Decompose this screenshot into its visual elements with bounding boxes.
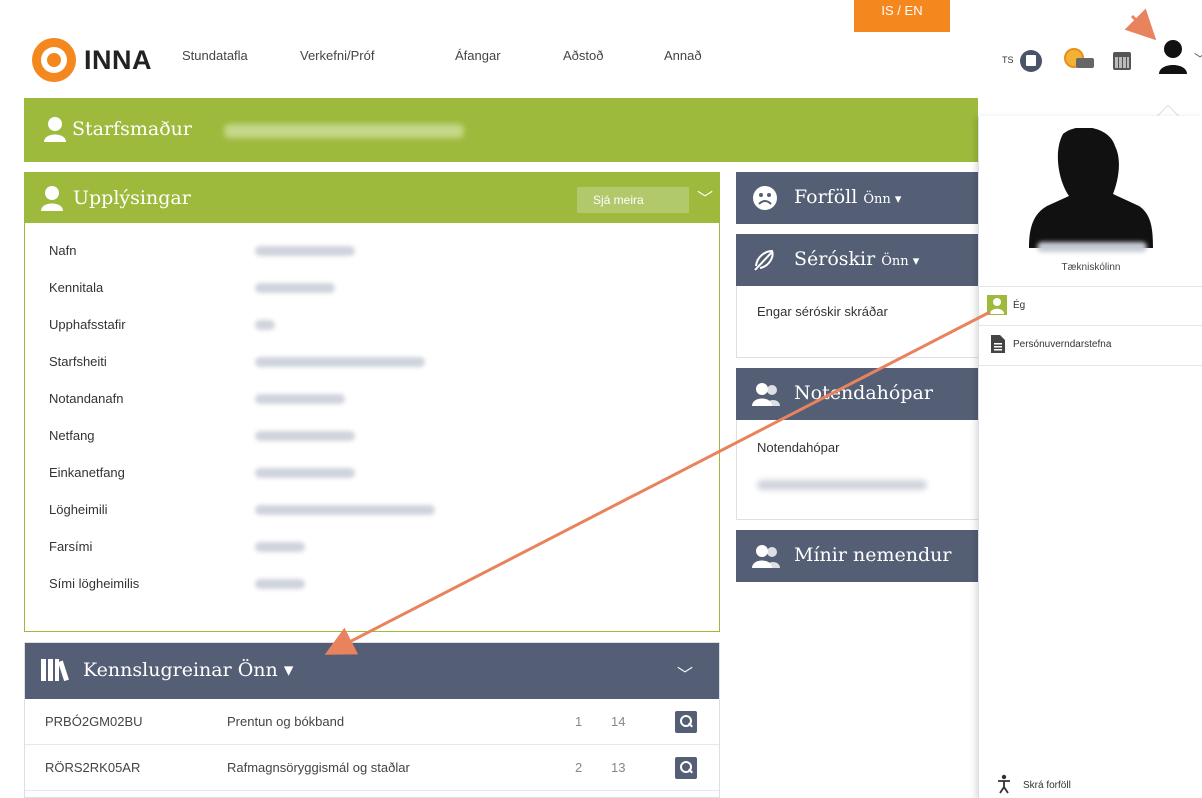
info-value-redacted — [255, 579, 305, 589]
register-absence-label: Skrá forföll — [1023, 780, 1071, 791]
info-card: Upplýsingar Sjá meira ﹀ Nafn Kennitala Upp… — [24, 172, 720, 632]
user-groups-header: Notendahópar — [736, 368, 984, 420]
ts-label: TS — [1002, 55, 1014, 65]
info-value-redacted — [255, 468, 355, 478]
info-card-header: Upplýsingar Sjá meira ﹀ — [25, 173, 719, 223]
top-bar: IS / EN INNA Stundatafla Verkefni/Próf Á… — [0, 0, 1202, 96]
course-code: RÖRS2RK05AR — [45, 760, 141, 775]
school-name: Tækniskólinn — [1061, 262, 1121, 273]
sad-face-icon — [753, 186, 777, 210]
search-icon[interactable] — [675, 757, 697, 779]
table-row: RÖRS2RK05AR Rafmagnsöryggismál og staðla… — [25, 745, 719, 791]
special-requests-card: Séróskir Önn ▾ Engar séróskir skráðar — [736, 234, 984, 358]
table-row: PRBÓ2GM02BU Prentun og bókband 1 14 — [25, 699, 719, 745]
courses-card-header: Kennslugreinar Önn ▾ ﹀ — [25, 643, 719, 699]
my-students-title[interactable]: Mínir nemendur — [794, 544, 951, 566]
language-toggle[interactable]: IS / EN — [854, 0, 950, 32]
group-redacted — [757, 480, 927, 490]
absence-card-title: Forföll Önn ▾ — [794, 186, 902, 208]
info-label: Notandanafn — [49, 391, 124, 406]
menu-item-privacy-policy[interactable]: Persónuverndarstefna — [979, 326, 1202, 366]
courses-card: Kennslugreinar Önn ▾ ﹀ PRBÓ2GM02BU Prent… — [24, 642, 720, 798]
accessibility-icon — [998, 774, 1010, 794]
nav-stundatafla[interactable]: Stundatafla — [182, 48, 248, 63]
absence-card: Forföll Önn ▾ — [736, 172, 984, 224]
badge-icon[interactable] — [1064, 48, 1094, 72]
empty-state-text: Engar séróskir skráðar — [757, 304, 888, 319]
chevron-down-icon[interactable]: ﹀ — [697, 185, 713, 209]
course-name: Rafmagnsöryggismál og staðlar — [227, 760, 410, 775]
nav-annad[interactable]: Annað — [664, 48, 702, 63]
logo-text: INNA — [84, 44, 152, 75]
absence-card-header: Forföll Önn ▾ — [736, 172, 984, 224]
feather-icon — [754, 249, 774, 271]
chevron-down-icon[interactable]: ﹀ — [1194, 50, 1202, 67]
special-requests-title: Séróskir Önn ▾ — [794, 248, 920, 270]
user-groups-card: Notendahópar Notendahópar — [736, 368, 984, 520]
info-value-redacted — [255, 283, 335, 293]
user-groups-body: Notendahópar — [736, 420, 984, 520]
user-name-redacted — [1037, 242, 1147, 252]
see-more-button[interactable]: Sjá meira — [577, 187, 689, 213]
chevron-down-icon[interactable]: ﹀ — [677, 661, 693, 685]
menu-item-label: Persónuverndarstefna — [1013, 339, 1112, 350]
users-icon — [752, 545, 780, 568]
info-value-redacted — [255, 431, 355, 441]
users-icon — [752, 383, 780, 406]
menu-item-me[interactable]: Ég — [979, 286, 1202, 326]
course-count-2: 13 — [611, 760, 626, 775]
course-count-1: 1 — [575, 714, 583, 729]
employee-banner: Starfsmaður — [24, 98, 978, 162]
employee-name-redacted — [224, 124, 464, 138]
info-card-title: Upplýsingar — [73, 187, 191, 209]
nav-verkefni-prof[interactable]: Verkefni/Próf — [300, 48, 374, 63]
building-icon[interactable] — [1020, 50, 1042, 72]
menu-item-label: Ég — [1013, 300, 1026, 311]
info-value-redacted — [255, 505, 435, 515]
term-selector[interactable]: Önn ▾ — [238, 659, 294, 681]
calendar-icon[interactable] — [1113, 52, 1131, 70]
info-value-redacted — [255, 542, 305, 552]
info-label: Lögheimili — [49, 502, 108, 517]
search-icon[interactable] — [675, 711, 697, 733]
info-value-redacted — [255, 320, 275, 330]
person-icon — [41, 186, 63, 211]
info-label: Upphafsstafir — [49, 317, 126, 332]
term-selector[interactable]: Önn ▾ — [881, 254, 919, 269]
user-dropdown-panel: Tækniskólinn Ég Persónuverndarstefna Skr… — [978, 116, 1202, 798]
my-students-header: Mínir nemendur — [736, 530, 984, 582]
person-icon — [987, 295, 1007, 315]
avatar — [1029, 128, 1153, 248]
info-label: Einkanetfang — [49, 465, 125, 480]
special-requests-body: Engar séróskir skráðar — [736, 286, 984, 358]
info-label: Starfsheiti — [49, 354, 107, 369]
info-label: Kennitala — [49, 280, 104, 295]
course-code: PRBÓ2GM02BU — [45, 714, 143, 729]
inna-logo[interactable]: INNA — [32, 38, 152, 82]
document-icon — [991, 335, 1005, 353]
books-icon — [41, 659, 69, 681]
employee-title: Starfsmaður — [72, 118, 192, 140]
person-icon — [44, 117, 66, 142]
nav-afangar[interactable]: Áfangar — [455, 48, 501, 63]
info-value-redacted — [255, 357, 425, 367]
user-menu-icon[interactable] — [1157, 38, 1189, 74]
info-value-redacted — [255, 394, 345, 404]
logo-mark-icon — [32, 38, 76, 82]
special-requests-header: Séróskir Önn ▾ — [736, 234, 984, 286]
my-students-card: Mínir nemendur — [736, 530, 984, 582]
nav-adstod[interactable]: Aðstoð — [563, 48, 603, 63]
user-groups-title: Notendahópar — [794, 382, 933, 404]
user-groups-label: Notendahópar — [757, 440, 840, 455]
course-count-1: 2 — [575, 760, 583, 775]
term-selector[interactable]: Önn ▾ — [863, 192, 901, 207]
info-label: Nafn — [49, 243, 77, 258]
info-label: Farsími — [49, 539, 93, 554]
courses-card-title: Kennslugreinar Önn ▾ — [83, 659, 294, 681]
info-value-redacted — [255, 246, 355, 256]
info-label: Netfang — [49, 428, 95, 443]
info-label: Sími lögheimilis — [49, 576, 140, 591]
course-count-2: 14 — [611, 714, 626, 729]
course-name: Prentun og bókband — [227, 714, 345, 729]
